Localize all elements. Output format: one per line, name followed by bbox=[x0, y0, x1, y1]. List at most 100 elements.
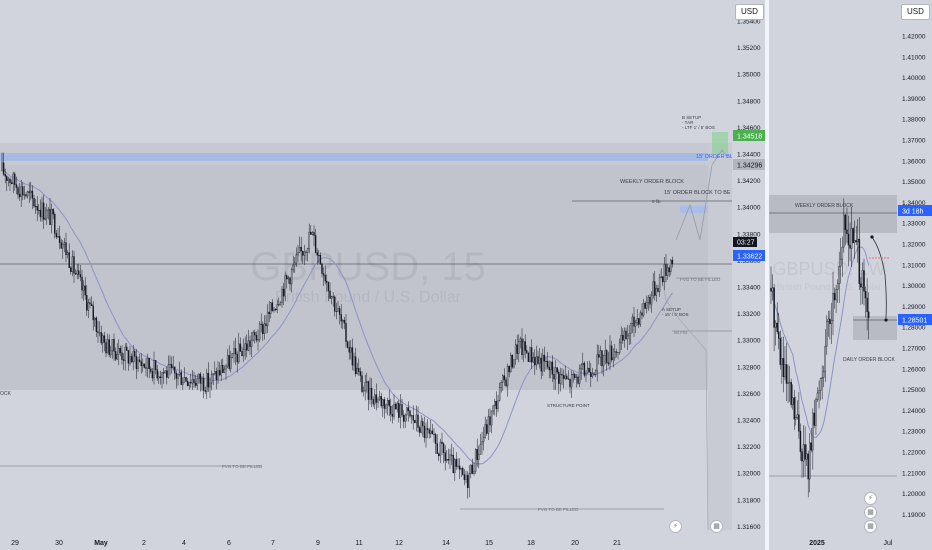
candle-body bbox=[60, 242, 62, 249]
candle-body bbox=[452, 455, 454, 473]
badge-countdown-text: 03:27 bbox=[737, 240, 755, 247]
candle-body bbox=[214, 371, 216, 374]
price-tick-label: 1.31000 bbox=[902, 262, 926, 269]
currency-button-right[interactable]: USD bbox=[901, 4, 930, 20]
currency-button-left[interactable]: USD bbox=[735, 4, 764, 20]
annotation-a-bos: - 15' / 5' BOS bbox=[662, 312, 688, 317]
candle-body bbox=[313, 232, 315, 236]
candle-body bbox=[268, 311, 270, 314]
candle-body bbox=[813, 412, 816, 426]
candle-body bbox=[228, 355, 230, 369]
candle-body bbox=[17, 187, 19, 195]
candle-body bbox=[318, 255, 320, 257]
candle-body bbox=[566, 375, 568, 380]
candle-body bbox=[244, 343, 246, 350]
lightning-icon[interactable]: ⚡ bbox=[864, 492, 877, 505]
price-tick-label: 1.33000 bbox=[737, 338, 761, 345]
candle-body bbox=[306, 248, 309, 253]
candle-body bbox=[396, 402, 398, 410]
candle-body bbox=[546, 361, 549, 368]
candle-body bbox=[449, 454, 451, 461]
candle-body bbox=[414, 420, 416, 423]
candle-body bbox=[159, 376, 162, 378]
candle-body bbox=[186, 380, 189, 386]
candle-body bbox=[194, 382, 197, 386]
candle-body bbox=[781, 358, 783, 365]
candle-body bbox=[178, 372, 181, 375]
annotation-weekly-order-block: WEEKLY ORDER BLOCK bbox=[620, 179, 684, 185]
candle-body bbox=[398, 402, 400, 418]
lightning-icon[interactable]: ⚡ bbox=[669, 520, 682, 533]
candle-body bbox=[284, 275, 286, 297]
candle-body bbox=[332, 296, 334, 298]
candle-body bbox=[1, 162, 3, 171]
candle-body bbox=[818, 390, 820, 394]
candle-body bbox=[826, 321, 828, 347]
candle-body bbox=[521, 338, 523, 356]
candle-body bbox=[522, 341, 525, 356]
annotation-order-block-15-to-be: 15' ORDER BLOCK TO BE CR bbox=[664, 190, 740, 196]
candle-body bbox=[274, 308, 277, 311]
candle-body bbox=[143, 363, 146, 368]
calendar-icon[interactable]: ▦ bbox=[864, 520, 877, 533]
candle-body bbox=[866, 297, 868, 313]
candle-body bbox=[532, 357, 534, 363]
candle-body bbox=[202, 378, 205, 391]
candle-body bbox=[835, 289, 837, 301]
candle-body bbox=[278, 304, 280, 306]
candle-body bbox=[607, 362, 610, 365]
candle-body bbox=[548, 366, 550, 371]
candle-body bbox=[105, 342, 107, 354]
candle-body bbox=[70, 267, 72, 272]
candle-body bbox=[852, 228, 854, 244]
candle-body bbox=[867, 311, 870, 318]
candle-body bbox=[270, 302, 272, 314]
chart-15m-svg[interactable]: GBPUSD, 15 British Pound / U.S. Dollar B… bbox=[0, 0, 765, 550]
chart-panel-15m[interactable]: GBPUSD, 15 British Pound / U.S. Dollar B… bbox=[0, 0, 765, 550]
candle-body bbox=[484, 424, 486, 438]
candle-body bbox=[242, 349, 245, 357]
price-tick-label: 1.35000 bbox=[737, 72, 761, 79]
candle-body bbox=[367, 381, 370, 400]
calendar-icon[interactable]: ▦ bbox=[864, 506, 877, 519]
candle-body bbox=[145, 367, 147, 369]
candle-body bbox=[630, 323, 632, 334]
candle-body bbox=[506, 365, 509, 387]
candle-body bbox=[796, 414, 799, 418]
candle-body bbox=[198, 373, 200, 379]
candle-body bbox=[90, 303, 93, 307]
candle-body bbox=[626, 335, 629, 340]
candle-body bbox=[281, 288, 283, 303]
calendar-icon[interactable]: ▦ bbox=[710, 520, 723, 533]
candle-body bbox=[639, 312, 642, 325]
candle-body bbox=[73, 256, 75, 274]
candle-body bbox=[602, 355, 605, 367]
candle-body bbox=[809, 442, 811, 480]
candle-body bbox=[265, 323, 267, 327]
price-axis-background[interactable] bbox=[732, 0, 765, 550]
candle-body bbox=[98, 332, 101, 334]
candle-body bbox=[137, 359, 139, 369]
time-axis-15m[interactable]: 29 30 May 2 4 6 7 9 11 12 14 15 18 20 21 bbox=[11, 540, 621, 547]
candle-body bbox=[787, 382, 789, 384]
candle-body bbox=[670, 259, 672, 273]
candle-body bbox=[314, 235, 317, 253]
candle-body bbox=[473, 470, 475, 474]
price-tick-label: 1.20000 bbox=[902, 491, 926, 498]
chart-panel-1w[interactable]: GBPUSD, 1W British Pound / U.S. Dollar W… bbox=[769, 0, 932, 550]
candle-body bbox=[535, 356, 538, 366]
candle-body bbox=[564, 375, 566, 379]
candle-body bbox=[153, 360, 155, 379]
candle-body bbox=[326, 280, 328, 283]
price-tick-label: 1.19000 bbox=[902, 512, 926, 519]
candle-body bbox=[810, 442, 813, 451]
candle-body bbox=[526, 350, 528, 354]
candle-body bbox=[7, 178, 10, 181]
chart-1w-svg[interactable]: GBPUSD, 1W British Pound / U.S. Dollar W… bbox=[769, 0, 932, 550]
candle-body bbox=[553, 374, 555, 380]
candle-body bbox=[631, 316, 634, 324]
price-axis-background[interactable] bbox=[897, 0, 932, 550]
candle-body bbox=[84, 285, 86, 296]
candle-body bbox=[666, 267, 669, 276]
candle-body bbox=[366, 381, 368, 383]
